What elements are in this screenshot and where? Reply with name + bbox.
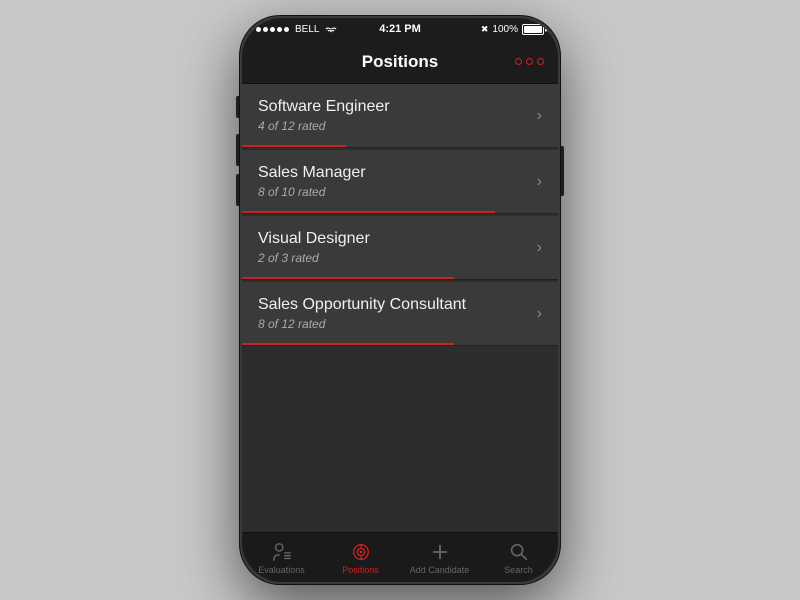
search-icon (508, 541, 530, 563)
tab-bar: Evaluations Positions (242, 532, 558, 582)
wifi-icon (325, 25, 337, 34)
phone-screen: BELL 4:21 PM ✖ 100% (240, 16, 560, 584)
signal-dot-3 (270, 27, 275, 32)
tab-positions-label: Positions (342, 565, 379, 575)
signal-dot-1 (256, 27, 261, 32)
chevron-right-icon: › (537, 107, 542, 125)
item-title: Visual Designer (258, 230, 527, 248)
evaluations-icon (271, 541, 293, 563)
tab-positions[interactable]: Positions (321, 541, 400, 575)
tab-evaluations[interactable]: Evaluations (242, 541, 321, 575)
more-dot-1 (515, 58, 522, 65)
position-item-sales-opportunity-consultant[interactable]: Sales Opportunity Consultant 8 of 12 rat… (242, 282, 558, 346)
progress-fill (242, 277, 454, 279)
more-button[interactable] (515, 58, 544, 65)
status-time: 4:21 PM (379, 23, 421, 35)
signal-dot-5 (284, 27, 289, 32)
positions-list: Software Engineer 4 of 12 rated › Sales … (242, 84, 558, 532)
position-item-sales-manager[interactable]: Sales Manager 8 of 10 rated › (242, 150, 558, 214)
item-content: Sales Manager 8 of 10 rated (258, 164, 527, 199)
progress-bar (242, 145, 558, 147)
status-bar: BELL 4:21 PM ✖ 100% (242, 18, 558, 40)
position-item-software-engineer[interactable]: Software Engineer 4 of 12 rated › (242, 84, 558, 148)
progress-fill (242, 343, 454, 345)
signal-strength (256, 27, 289, 32)
more-dot-2 (526, 58, 533, 65)
positions-icon (350, 541, 372, 563)
progress-fill (242, 145, 346, 147)
item-content: Sales Opportunity Consultant 8 of 12 rat… (258, 296, 527, 331)
phone-device: BELL 4:21 PM ✖ 100% (240, 16, 560, 584)
tab-evaluations-label: Evaluations (258, 565, 305, 575)
tab-search-label: Search (504, 565, 533, 575)
battery-fill (524, 26, 542, 33)
status-right: ✖ 100% (481, 24, 544, 35)
add-candidate-icon (429, 541, 451, 563)
progress-fill (242, 211, 495, 213)
bluetooth-icon: ✖ (481, 24, 489, 35)
item-content: Visual Designer 2 of 3 rated (258, 230, 527, 265)
item-title: Software Engineer (258, 98, 527, 116)
signal-dot-4 (277, 27, 282, 32)
chevron-right-icon: › (537, 173, 542, 191)
progress-bar (242, 211, 558, 213)
power-button[interactable] (560, 146, 564, 196)
item-title: Sales Opportunity Consultant (258, 296, 527, 314)
item-content: Software Engineer 4 of 12 rated (258, 98, 527, 133)
item-subtitle: 8 of 10 rated (258, 185, 527, 199)
status-left: BELL (256, 24, 337, 35)
progress-bar (242, 343, 558, 345)
nav-bar: Positions (242, 40, 558, 84)
tab-search[interactable]: Search (479, 541, 558, 575)
tab-add-candidate-label: Add Candidate (410, 565, 470, 575)
carrier-label: BELL (295, 24, 319, 35)
item-subtitle: 4 of 12 rated (258, 119, 527, 133)
screen-content: BELL 4:21 PM ✖ 100% (242, 18, 558, 582)
item-title: Sales Manager (258, 164, 527, 182)
battery-icon (522, 24, 544, 35)
signal-dot-2 (263, 27, 268, 32)
battery-percentage: 100% (492, 24, 518, 35)
item-subtitle: 2 of 3 rated (258, 251, 527, 265)
chevron-right-icon: › (537, 305, 542, 323)
progress-bar (242, 277, 558, 279)
chevron-right-icon: › (537, 239, 542, 257)
nav-title: Positions (362, 52, 439, 72)
item-subtitle: 8 of 12 rated (258, 317, 527, 331)
more-dot-3 (537, 58, 544, 65)
tab-add-candidate[interactable]: Add Candidate (400, 541, 479, 575)
position-item-visual-designer[interactable]: Visual Designer 2 of 3 rated › (242, 216, 558, 280)
